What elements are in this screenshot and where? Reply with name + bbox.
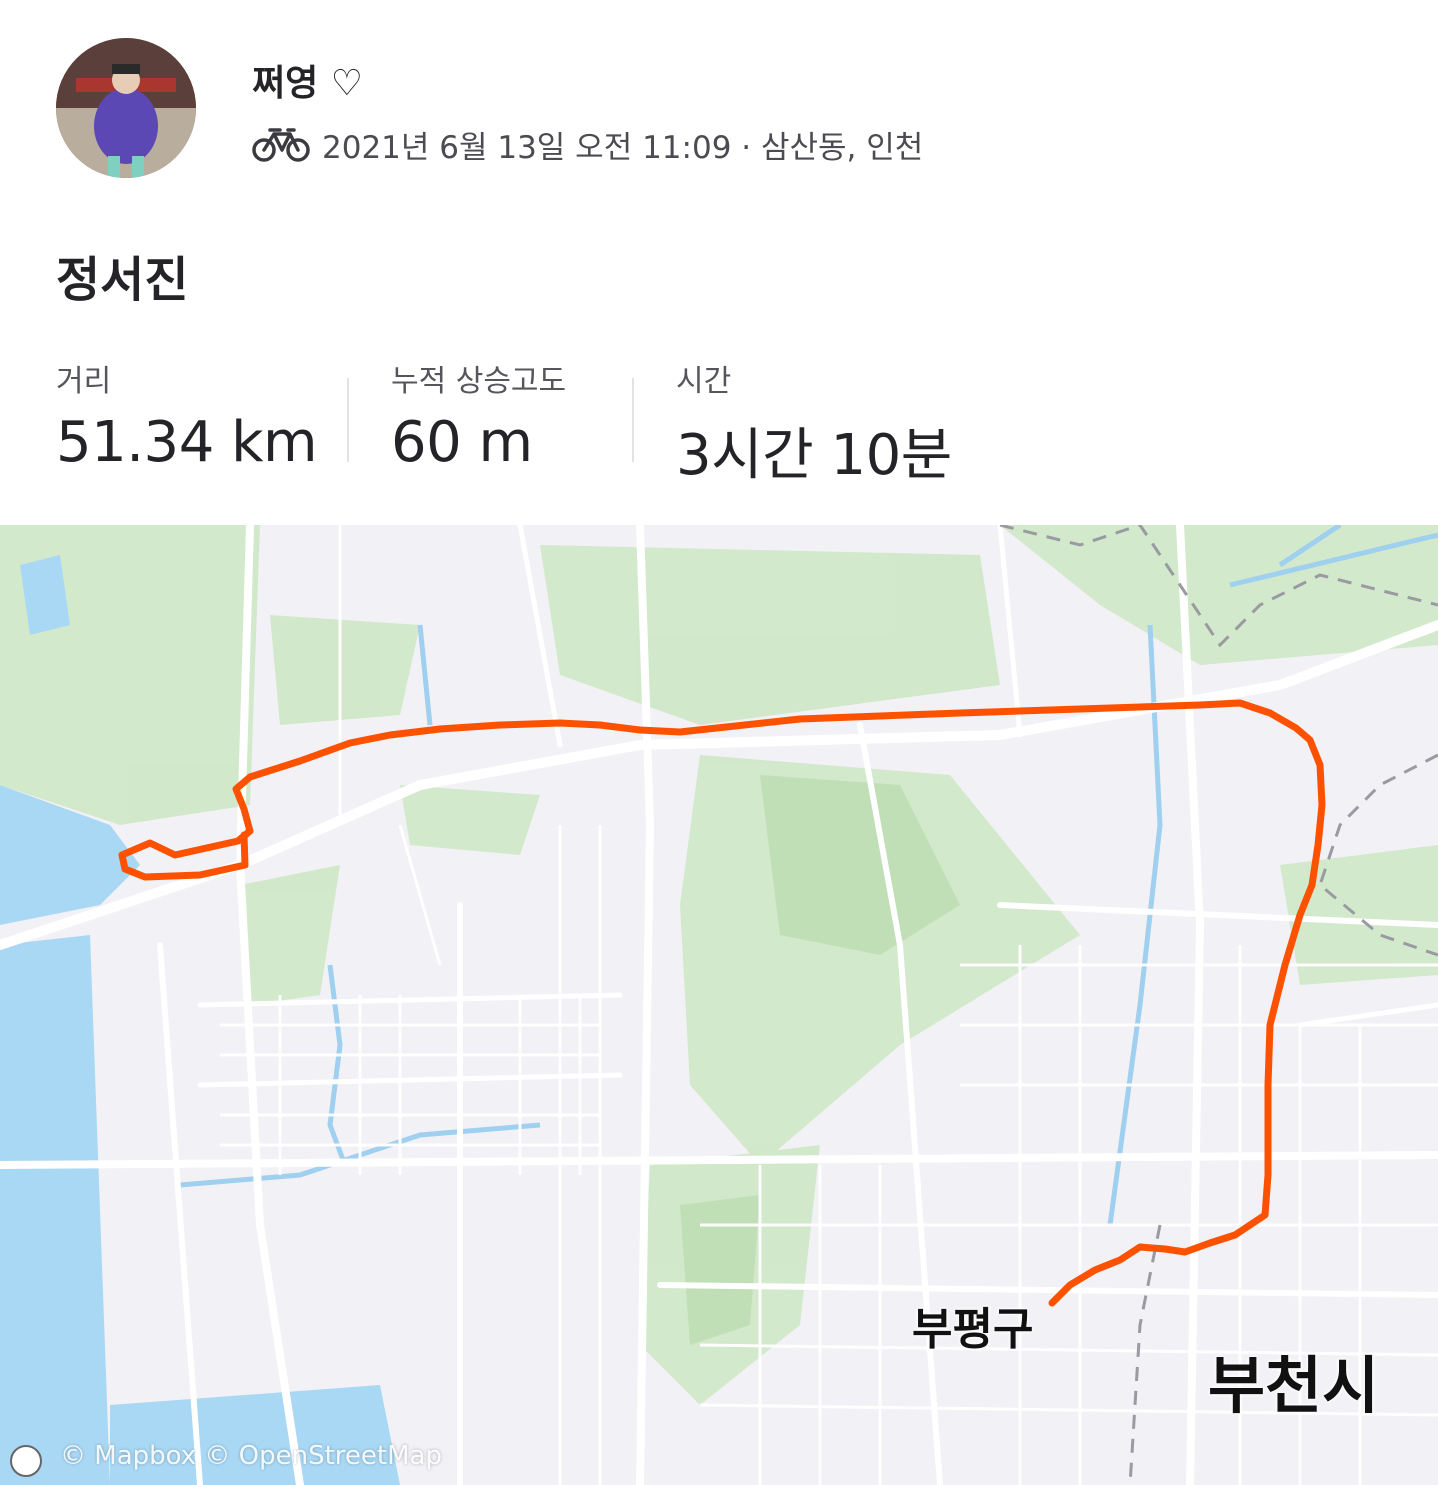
map-label-district: 부평구	[912, 1304, 1034, 1355]
map-label-city: 부천시	[1208, 1349, 1380, 1422]
route-map[interactable]: 부평구 부천시 © Mapbox © OpenStreetMap	[0, 525, 1438, 1485]
bike-icon	[252, 128, 310, 162]
stat-distance: 거리 51.34 km	[56, 356, 318, 475]
stat-elevation: 누적 상승고도 60 m	[391, 356, 566, 475]
mapbox-logo-icon[interactable]	[10, 1445, 42, 1477]
stat-label: 거리	[56, 364, 112, 399]
stat-value: 51.34 km	[56, 410, 318, 475]
stat-label: 시간	[676, 364, 732, 399]
avatar[interactable]	[56, 38, 196, 178]
divider	[632, 378, 634, 462]
activity-meta: 2021년 6월 13일 오전 11:09 · 삼산동, 인천	[252, 122, 923, 166]
stat-time: 시간 3시간 10분	[676, 356, 952, 491]
activity-date-location: 2021년 6월 13일 오전 11:09 · 삼산동, 인천	[322, 129, 924, 166]
activity-title[interactable]: 정서진	[56, 240, 188, 310]
user-name[interactable]: 쩌영 ♡	[252, 54, 363, 106]
divider	[347, 378, 349, 462]
stat-label: 누적 상승고도	[391, 364, 567, 399]
map-attribution[interactable]: © Mapbox © OpenStreetMap	[60, 1441, 442, 1471]
stat-value: 3시간 10분	[676, 423, 952, 488]
stat-value: 60 m	[391, 410, 533, 475]
activity-header: 쩌영 ♡ 2021년 6월 13일 오전 11:09 · 삼산동, 인천 정서진…	[0, 0, 1438, 525]
